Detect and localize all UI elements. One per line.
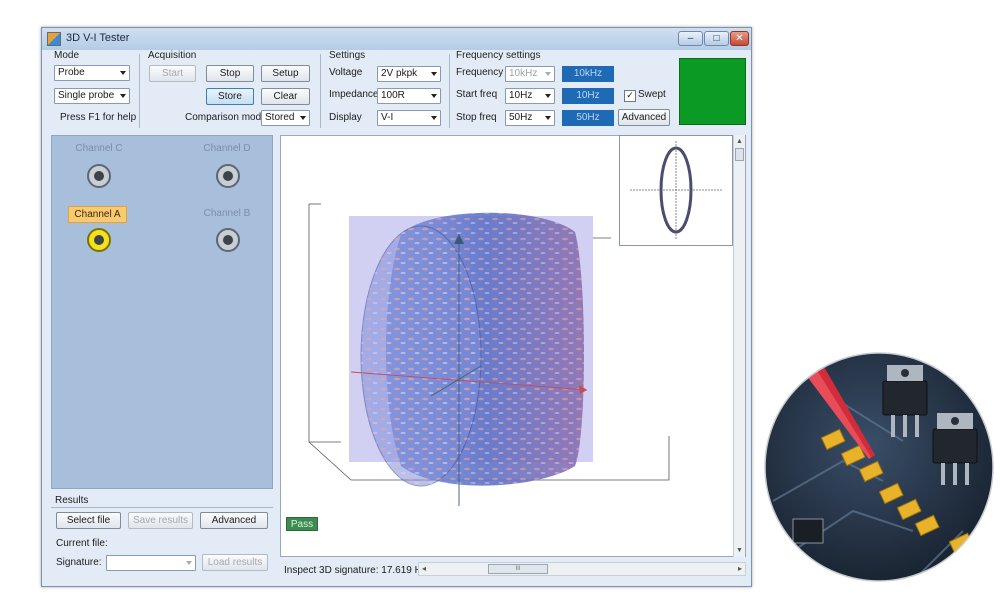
signature-select[interactable] [106, 555, 196, 571]
stop-button[interactable]: Stop [206, 65, 254, 82]
impedance-select[interactable]: 100R [377, 88, 441, 104]
title-bar[interactable]: 3D V-I Tester – □ ✕ [42, 28, 751, 50]
divider [51, 507, 273, 508]
horizontal-scrollbar[interactable]: ◂ III ▸ [418, 562, 746, 576]
app-icon [47, 32, 61, 46]
channel-c-jack[interactable] [87, 164, 111, 188]
acquisition-group-label: Acquisition [148, 50, 197, 61]
chevron-down-icon [545, 72, 551, 76]
store-button[interactable]: Store [206, 88, 254, 105]
chevron-down-icon [431, 72, 437, 76]
start-freq-value: 10Hz [509, 90, 533, 101]
start-freq-display: 10Hz [562, 88, 614, 104]
channel-panel: Channel C Channel D Channel A Channel B [51, 135, 273, 489]
chevron-down-icon [545, 94, 551, 98]
voltage-select[interactable]: 2V pkpk [377, 66, 441, 82]
frequency-group-label: Frequency settings [456, 50, 541, 61]
signature-2d-inset [619, 135, 733, 246]
divider [320, 54, 321, 128]
channel-d-jack[interactable] [216, 164, 240, 188]
save-results-button[interactable]: Save results [128, 512, 193, 529]
probe-select[interactable]: Probe [54, 65, 130, 81]
start-button[interactable]: Start [149, 65, 196, 82]
frequency-advanced-button[interactable]: Advanced [618, 109, 670, 126]
minimize-button[interactable]: – [678, 31, 703, 46]
setup-button[interactable]: Setup [261, 65, 310, 82]
pass-badge: Pass [286, 517, 318, 531]
chevron-down-icon [431, 94, 437, 98]
scroll-up-icon[interactable]: ▲ [736, 138, 743, 145]
swept-label: Swept [638, 89, 666, 100]
channel-a-label: Channel A [68, 206, 127, 223]
voltage-label: Voltage [329, 67, 363, 78]
scroll-down-icon[interactable]: ▼ [736, 547, 743, 554]
pcb-probe-photo [764, 352, 994, 582]
stop-freq-label: Stop freq [456, 112, 497, 123]
impedance-value: 100R [381, 90, 405, 101]
display-label: Display [329, 112, 362, 123]
probe-type-select-value: Single probe [58, 90, 115, 101]
channel-a-jack[interactable] [87, 228, 111, 252]
chevron-down-icon [186, 561, 192, 565]
frequency-select-value: 10kHz [509, 68, 538, 79]
comparison-mode-value: Stored [265, 112, 295, 123]
select-file-button[interactable]: Select file [56, 512, 121, 529]
vertical-scrollbar[interactable]: ▲ ▼ [733, 135, 745, 557]
chevron-down-icon [545, 116, 551, 120]
chevron-down-icon [120, 71, 126, 75]
frequency-select[interactable]: 10kHz [505, 66, 555, 82]
app-window: 3D V-I Tester – □ ✕ Mode Probe Single pr… [41, 27, 752, 587]
comparison-mode-select[interactable]: Stored [261, 110, 310, 126]
voltage-value: 2V pkpk [381, 68, 418, 79]
mode-group-label: Mode [54, 50, 80, 61]
clear-button[interactable]: Clear [261, 88, 310, 105]
divider [449, 54, 450, 128]
signature-2d-plot [630, 141, 722, 239]
display-select[interactable]: V-I [377, 110, 441, 126]
impedance-label: Impedance [329, 89, 379, 100]
scroll-right-icon[interactable]: ▸ [738, 564, 742, 573]
display-value: V-I [381, 112, 394, 123]
stop-freq-value: 50Hz [509, 112, 533, 123]
scroll-thumb[interactable]: III [488, 564, 548, 574]
results-advanced-button[interactable]: Advanced [200, 512, 268, 529]
probe-type-select[interactable]: Single probe [54, 88, 130, 104]
start-freq-select[interactable]: 10Hz [505, 88, 555, 104]
scroll-thumb[interactable] [735, 148, 744, 161]
window-title: 3D V-I Tester [66, 32, 130, 44]
current-file-label: Current file: [56, 538, 108, 549]
comparison-mode-label: Comparison mode [185, 112, 267, 123]
scroll-left-icon[interactable]: ◂ [422, 564, 426, 573]
channel-b-label: Channel B [203, 208, 251, 219]
probe-select-value: Probe [58, 67, 85, 78]
help-text: Press F1 for help [60, 112, 137, 123]
start-freq-label: Start freq [456, 89, 498, 100]
stop-freq-display: 50Hz [562, 110, 614, 126]
chevron-down-icon [431, 116, 437, 120]
status-indicator [679, 58, 746, 125]
load-results-button[interactable]: Load results [202, 554, 268, 571]
divider [139, 54, 140, 128]
settings-group-label: Settings [329, 50, 366, 61]
close-button[interactable]: ✕ [730, 31, 749, 46]
channel-d-label: Channel D [203, 143, 251, 154]
channel-b-jack[interactable] [216, 228, 240, 252]
channel-c-label: Channel C [75, 143, 123, 154]
results-group-label: Results [55, 495, 89, 506]
chevron-down-icon [300, 116, 306, 120]
chevron-down-icon [120, 94, 126, 98]
swept-checkbox[interactable]: ✓ [624, 90, 636, 102]
front-ellipse-texture [361, 226, 481, 486]
stop-freq-select[interactable]: 50Hz [505, 110, 555, 126]
frequency-label: Frequency [456, 67, 504, 78]
inspect-status-text: Inspect 3D signature: 17.619 Hz [284, 565, 427, 576]
signature-label: Signature: [56, 557, 102, 568]
frequency-display: 10kHz [562, 66, 614, 82]
maximize-button[interactable]: □ [704, 31, 729, 46]
